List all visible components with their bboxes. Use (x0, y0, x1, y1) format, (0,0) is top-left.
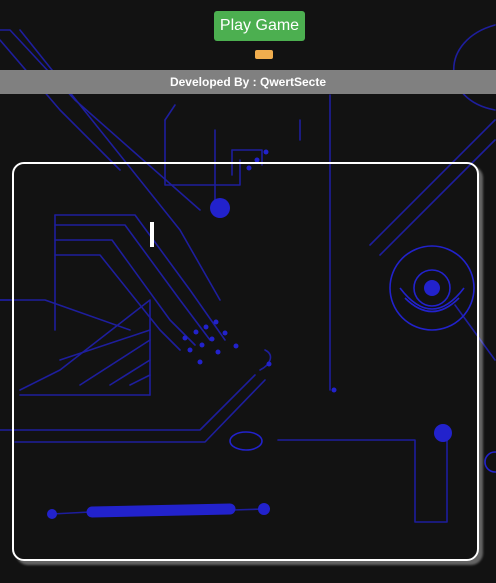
developer-credit: Developed By : QwertSecte (169, 75, 327, 89)
play-game-button[interactable]: Play Game (214, 11, 305, 41)
game-stage: Play Game Developed By : QwertSecte (0, 0, 496, 583)
credit-bar: Developed By : QwertSecte (0, 70, 496, 94)
score-badge (255, 50, 273, 59)
player-paddle (150, 222, 154, 247)
game-board[interactable] (12, 162, 479, 561)
